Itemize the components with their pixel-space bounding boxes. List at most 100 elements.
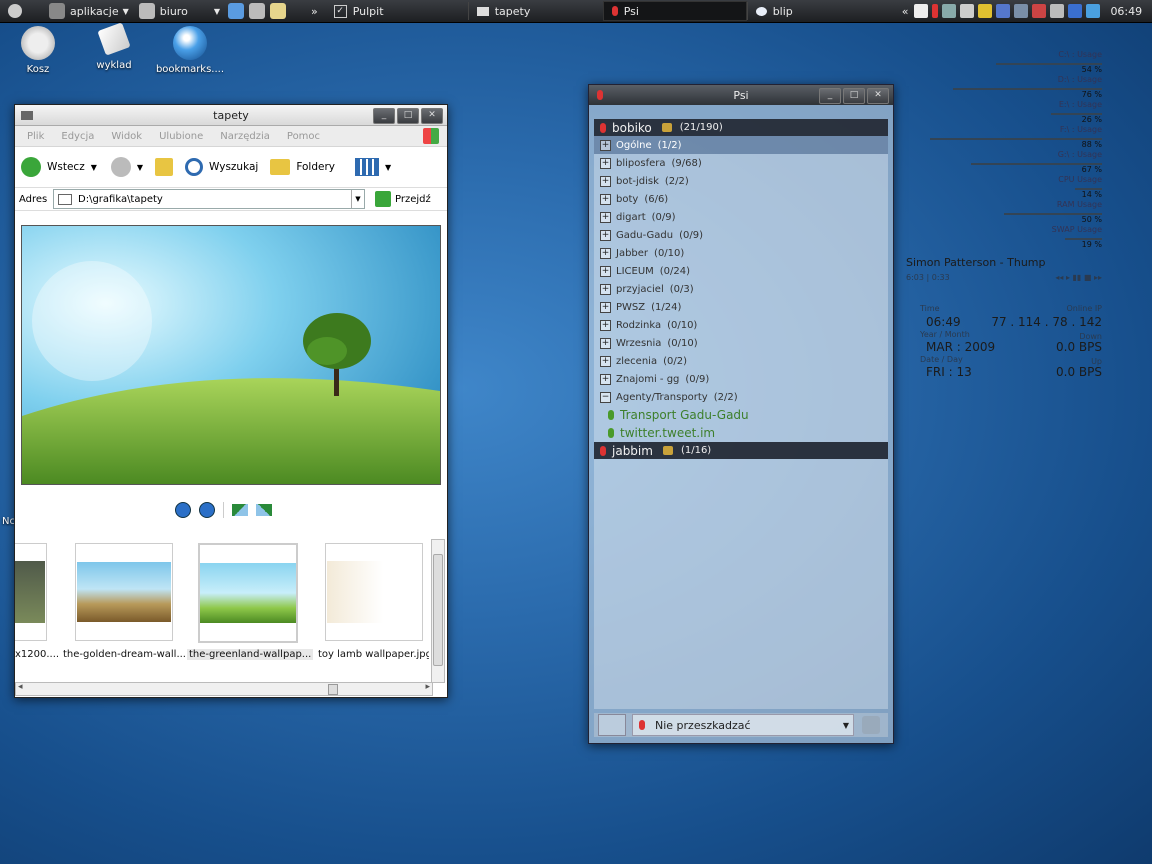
- minimize-button[interactable]: _: [819, 88, 841, 104]
- expand-toggle-icon[interactable]: +: [600, 175, 611, 187]
- roster-group[interactable]: + Znajomi - gg (0/9): [594, 370, 888, 388]
- expand-toggle-icon[interactable]: +: [600, 301, 611, 313]
- scrollbar-thumb[interactable]: [433, 554, 443, 666]
- folders-icon[interactable]: [270, 159, 291, 175]
- menu-favorites[interactable]: Ulubione: [159, 131, 203, 142]
- tray-shield-icon[interactable]: [960, 4, 975, 18]
- tray-network-icon[interactable]: [942, 4, 957, 18]
- back-dropdown-icon[interactable]: ▼: [91, 163, 97, 172]
- roster-group[interactable]: + digart (0/9): [594, 208, 888, 226]
- scroll-right-icon[interactable]: ▸: [425, 682, 430, 692]
- show-desktop-button[interactable]: ✓ Pulpit: [330, 0, 468, 22]
- roster-group[interactable]: − Agenty/Transporty (2/2): [594, 388, 888, 406]
- up-folder-icon[interactable]: [155, 158, 174, 176]
- maximize-button[interactable]: □: [397, 108, 419, 124]
- minimize-button[interactable]: _: [373, 108, 395, 124]
- menu-edit[interactable]: Edycja: [61, 131, 94, 142]
- roster-group[interactable]: + bliposfera (9/68): [594, 154, 888, 172]
- roster-group[interactable]: + boty (6/6): [594, 190, 888, 208]
- window-menu-icon[interactable]: [21, 110, 33, 120]
- roster-group[interactable]: + LICEUM (0/24): [594, 262, 888, 280]
- clock[interactable]: 06:49: [1110, 5, 1142, 18]
- menu-help[interactable]: Pomoc: [287, 131, 320, 142]
- views-dropdown-icon[interactable]: ▼: [385, 163, 391, 172]
- tray-messenger-icon[interactable]: [996, 4, 1011, 18]
- desktop-icon-wyklad[interactable]: wyklad: [76, 22, 152, 71]
- expand-toggle-icon[interactable]: +: [600, 157, 611, 169]
- tray-tool-icon[interactable]: [1050, 4, 1065, 18]
- roster-contact[interactable]: twitter.tweet.im: [594, 424, 888, 442]
- menu-tools[interactable]: Narzędzia: [220, 131, 270, 142]
- thumbnail[interactable]: [325, 543, 423, 641]
- previous-image-icon[interactable]: [175, 502, 191, 518]
- cube-launcher-icon[interactable]: [248, 3, 265, 19]
- roster-group[interactable]: + PWSZ (1/24): [594, 298, 888, 316]
- connection-icon[interactable]: [862, 716, 880, 734]
- account-row[interactable]: bobiko (21/190): [594, 119, 888, 136]
- account-row[interactable]: jabbim (1/16): [594, 442, 888, 459]
- horizontal-scrollbar[interactable]: ◂ ▸: [15, 682, 433, 696]
- go-arrow-icon[interactable]: [375, 191, 391, 207]
- tray-security-icon[interactable]: [978, 4, 993, 18]
- search-icon[interactable]: [185, 158, 204, 176]
- vertical-scrollbar[interactable]: [431, 539, 445, 683]
- address-dropdown-icon[interactable]: ▼: [351, 190, 364, 208]
- menu-file[interactable]: Plik: [27, 131, 44, 142]
- expand-toggle-icon[interactable]: +: [600, 355, 611, 367]
- expand-toggle-icon[interactable]: +: [600, 373, 611, 385]
- roster-group[interactable]: + przyjaciel (0/3): [594, 280, 888, 298]
- tray-app-icon[interactable]: [914, 4, 929, 18]
- tray-bluetooth-icon[interactable]: [1068, 4, 1083, 18]
- expand-toggle-icon[interactable]: +: [600, 247, 611, 259]
- task-psi[interactable]: Psi: [602, 1, 747, 21]
- launcher-more-button[interactable]: »: [307, 0, 322, 22]
- tray-monitor-icon[interactable]: [1014, 4, 1029, 18]
- address-field[interactable]: D:\grafika\tapety ▼: [53, 189, 365, 209]
- folders-button-label[interactable]: Foldery: [296, 161, 335, 173]
- forward-arrow-icon[interactable]: [110, 157, 131, 177]
- expand-toggle-icon[interactable]: +: [600, 211, 611, 223]
- go-button-label[interactable]: Przejdź: [395, 194, 431, 205]
- roster-group[interactable]: + Rodzinka (0/10): [594, 316, 888, 334]
- rotate-right-icon[interactable]: [256, 504, 272, 516]
- task-blip[interactable]: blip: [746, 2, 890, 20]
- menu-view[interactable]: Widok: [111, 131, 142, 142]
- expand-toggle-icon[interactable]: +: [600, 229, 611, 241]
- expand-toggle-icon[interactable]: +: [600, 265, 611, 277]
- thumbnail[interactable]: [15, 543, 47, 641]
- back-button-label[interactable]: Wstecz: [47, 161, 85, 173]
- close-button[interactable]: ✕: [421, 108, 443, 124]
- forward-dropdown-icon[interactable]: ▼: [137, 163, 143, 172]
- roster-group[interactable]: + zlecenia (0/2): [594, 352, 888, 370]
- menu-hand-icon[interactable]: [598, 714, 626, 736]
- tray-psi-icon[interactable]: [932, 4, 939, 18]
- scroll-left-icon[interactable]: ◂: [18, 682, 23, 692]
- expand-toggle-icon[interactable]: −: [600, 391, 611, 403]
- notepad-launcher-icon[interactable]: [269, 3, 286, 19]
- expand-toggle-icon[interactable]: +: [600, 319, 611, 331]
- thumbnail[interactable]: [75, 543, 173, 641]
- roster-group[interactable]: + Ogólne (1/2): [594, 136, 888, 154]
- maximize-button[interactable]: □: [843, 88, 865, 104]
- roster-group[interactable]: + Jabber (0/10): [594, 244, 888, 262]
- close-button[interactable]: ✕: [867, 88, 889, 104]
- explorer-titlebar[interactable]: tapety _ □ ✕: [15, 105, 447, 126]
- views-icon[interactable]: [355, 158, 379, 176]
- tray-disconnected-icon[interactable]: [1032, 4, 1047, 18]
- status-selector[interactable]: Nie przeszkadzać ▼: [632, 714, 854, 736]
- expand-toggle-icon[interactable]: +: [600, 139, 611, 151]
- office-menu[interactable]: biuro ▼: [135, 0, 224, 22]
- menu-logo[interactable]: [0, 0, 31, 22]
- expand-toggle-icon[interactable]: +: [600, 337, 611, 349]
- roster-group[interactable]: + Gadu-Gadu (0/9): [594, 226, 888, 244]
- thumbnail-selected[interactable]: [198, 543, 298, 643]
- tray-dropbox-icon[interactable]: [1086, 4, 1101, 18]
- scrollbar-thumb[interactable]: [328, 684, 338, 695]
- roster-contact[interactable]: Transport Gadu-Gadu: [594, 406, 888, 424]
- expand-toggle-icon[interactable]: +: [600, 193, 611, 205]
- psi-titlebar[interactable]: Psi _ □ ✕: [589, 85, 893, 105]
- ie-launcher-icon[interactable]: [227, 3, 244, 19]
- desktop-icon-trash[interactable]: Kosz: [0, 26, 76, 75]
- applications-menu[interactable]: aplikacje ▼: [45, 0, 133, 22]
- desktop-icon-bookmarks[interactable]: bookmarks....: [152, 26, 228, 75]
